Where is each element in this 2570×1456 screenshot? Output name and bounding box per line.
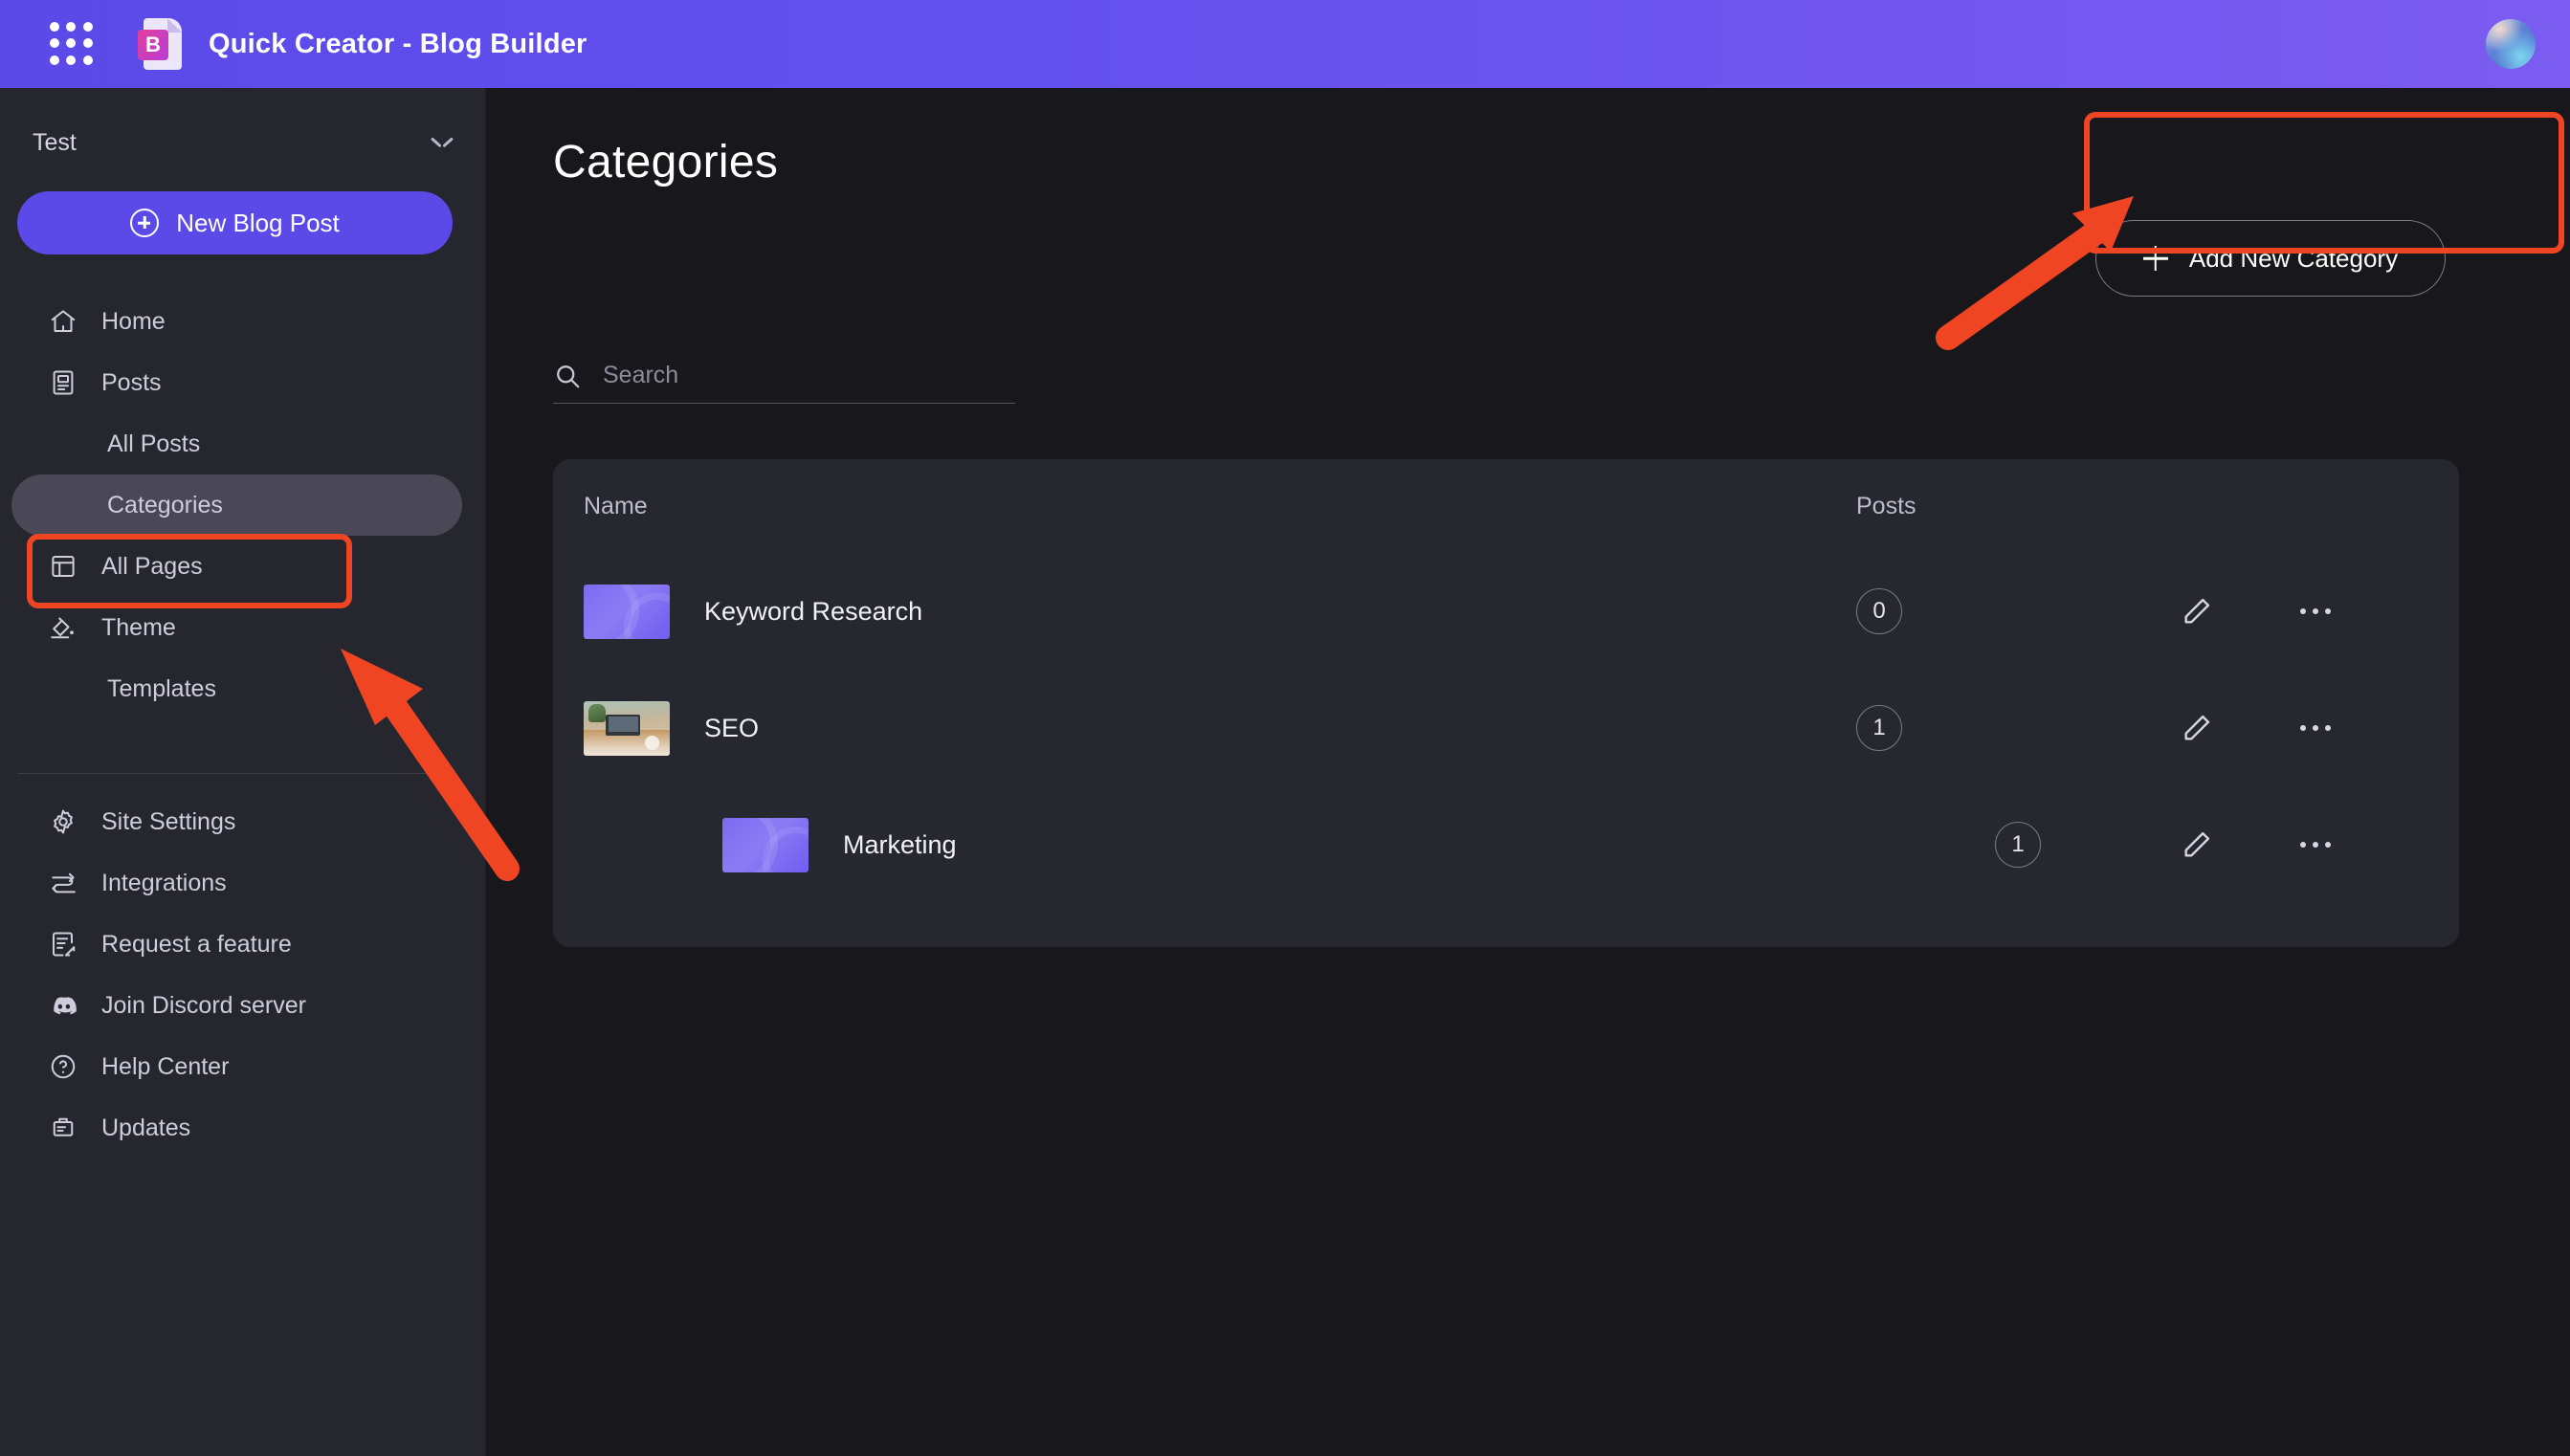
sidebar-item-help-center[interactable]: Help Center: [11, 1036, 462, 1097]
main-content: Categories Add New Category Name Posts K…: [486, 88, 2570, 1456]
sidebar-item-label: Integrations: [101, 869, 227, 896]
sidebar-item-all-pages[interactable]: All Pages: [11, 536, 462, 597]
sidebar-item-categories[interactable]: Categories: [11, 474, 462, 536]
edit-category-button[interactable]: [2172, 703, 2222, 753]
sidebar-item-templates[interactable]: Templates: [11, 658, 462, 719]
edit-category-button[interactable]: [2172, 820, 2222, 870]
row-name-cell: Marketing: [722, 817, 1995, 872]
plus-icon: [2143, 246, 2168, 271]
search-icon: [553, 362, 582, 390]
plus-circle-icon: [130, 209, 160, 237]
sidebar-item-request-a-feature[interactable]: Request a feature: [11, 914, 462, 975]
sidebar-item-site-settings[interactable]: Site Settings: [11, 791, 462, 852]
add-new-category-label: Add New Category: [2188, 243, 2399, 273]
categories-table: Name Posts Keyword Research 0 SEO 1 Mark…: [553, 459, 2459, 947]
table-row[interactable]: SEO 1: [553, 670, 2459, 786]
home-icon: [48, 306, 78, 337]
sidebar-item-updates[interactable]: Updates: [11, 1097, 462, 1158]
sidebar-item-label: Help Center: [101, 1052, 230, 1080]
sidebar-item-label: Request a feature: [101, 930, 292, 958]
sidebar-item-label: All Posts: [107, 430, 201, 457]
site-switcher[interactable]: Test: [33, 115, 453, 170]
more-options-button[interactable]: [2291, 586, 2340, 636]
sidebar-item-label: Categories: [107, 491, 223, 518]
app-logo-icon: B: [138, 18, 182, 70]
new-blog-post-label: New Blog Post: [176, 208, 340, 237]
category-name: SEO: [704, 713, 760, 742]
add-new-category-button[interactable]: Add New Category: [2095, 220, 2446, 297]
post-count-badge: 1: [1995, 822, 2041, 868]
app-title: Quick Creator - Blog Builder: [209, 28, 587, 59]
sidebar-item-label: Posts: [101, 368, 162, 396]
table-row[interactable]: Marketing 1: [553, 786, 2459, 903]
sidebar-item-label: Home: [101, 307, 166, 335]
sidebar-item-posts[interactable]: Posts: [11, 352, 462, 413]
pages-icon: [48, 551, 78, 582]
chevron-down-icon: [432, 137, 453, 148]
row-actions-cell: [2172, 703, 2459, 753]
theme-icon: [48, 612, 78, 643]
row-actions-cell: [2172, 820, 2459, 870]
sidebar-item-all-posts[interactable]: All Posts: [11, 413, 462, 474]
top-bar: B Quick Creator - Blog Builder: [0, 0, 2570, 88]
sidebar-item-label: Templates: [107, 674, 216, 702]
column-header-name: Name: [584, 492, 648, 519]
sidebar-item-join-discord-server[interactable]: Join Discord server: [11, 975, 462, 1036]
primary-nav: Home Posts All Posts Categories All Page…: [0, 291, 485, 719]
sidebar-item-integrations[interactable]: Integrations: [11, 852, 462, 914]
site-name: Test: [33, 128, 77, 156]
more-options-button[interactable]: [2291, 703, 2340, 753]
discord-icon: [48, 990, 78, 1021]
row-name-cell: SEO: [584, 700, 1856, 756]
row-posts-cell: 1: [1995, 822, 2172, 868]
more-horizontal-icon: [2300, 608, 2331, 614]
sidebar: Test New Blog Post Home Posts All Posts …: [0, 88, 486, 1456]
more-horizontal-icon: [2300, 725, 2331, 731]
row-posts-cell: 0: [1856, 588, 2172, 634]
table-header-row: Name Posts: [553, 459, 2459, 553]
sidebar-item-label: Updates: [101, 1114, 191, 1141]
post-count-badge: 1: [1856, 705, 1902, 751]
sidebar-item-label: Join Discord server: [101, 991, 306, 1019]
sidebar-item-label: Theme: [101, 613, 176, 641]
row-name-cell: Keyword Research: [584, 584, 1856, 639]
table-row[interactable]: Keyword Research 0: [553, 553, 2459, 670]
sidebar-item-label: All Pages: [101, 552, 203, 580]
request-feature-icon: [48, 929, 78, 960]
secondary-nav: Site Settings Integrations Request a fea…: [0, 791, 485, 1158]
post-count-badge: 0: [1856, 588, 1902, 634]
category-thumbnail: [722, 817, 809, 872]
sidebar-divider: [17, 773, 453, 774]
sidebar-item-home[interactable]: Home: [11, 291, 462, 352]
category-name: Marketing: [843, 829, 957, 859]
search-input[interactable]: [603, 362, 1015, 389]
column-header-posts: Posts: [1856, 492, 1916, 519]
row-actions-cell: [2172, 586, 2459, 636]
apps-grid-icon[interactable]: [50, 22, 94, 66]
more-horizontal-icon: [2300, 842, 2331, 848]
category-name: Keyword Research: [704, 596, 923, 626]
search-field[interactable]: [553, 348, 1015, 404]
sidebar-item-label: Site Settings: [101, 807, 236, 835]
category-thumbnail: [584, 584, 670, 639]
updates-icon: [48, 1113, 78, 1143]
help-circle-icon: [48, 1051, 78, 1082]
integrations-icon: [48, 868, 78, 898]
posts-icon: [48, 367, 78, 398]
category-thumbnail: [584, 700, 670, 756]
logo-letter: B: [138, 30, 168, 60]
sidebar-item-theme[interactable]: Theme: [11, 597, 462, 658]
edit-category-button[interactable]: [2172, 586, 2222, 636]
avatar[interactable]: [2486, 19, 2536, 69]
gear-icon: [48, 806, 78, 837]
new-blog-post-button[interactable]: New Blog Post: [17, 191, 453, 254]
row-posts-cell: 1: [1856, 705, 2172, 751]
page-title: Categories: [553, 137, 779, 188]
more-options-button[interactable]: [2291, 820, 2340, 870]
